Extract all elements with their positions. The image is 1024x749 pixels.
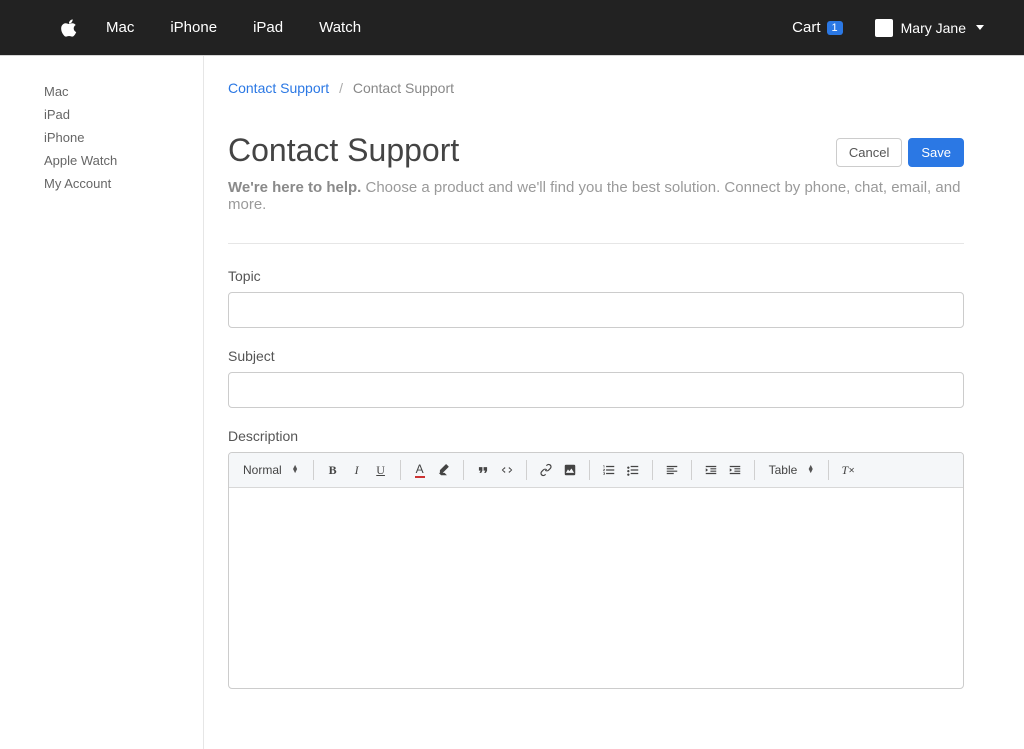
highlight-button[interactable] xyxy=(433,459,455,481)
avatar xyxy=(875,19,893,37)
indent-button[interactable] xyxy=(724,459,746,481)
sort-updown-icon: ▲▼ xyxy=(807,466,814,474)
link-button[interactable] xyxy=(535,459,557,481)
bullet-list-button[interactable] xyxy=(622,459,644,481)
underline-button[interactable]: U xyxy=(370,459,392,481)
breadcrumb-current: Contact Support xyxy=(353,80,454,96)
clear-format-button[interactable]: T✕ xyxy=(837,459,859,481)
subject-label: Subject xyxy=(228,348,964,364)
text-color-button[interactable]: A xyxy=(409,459,431,481)
save-button[interactable]: Save xyxy=(908,138,964,167)
field-description: Description Normal ▲▼ B I U A xyxy=(228,428,964,689)
breadcrumb: Contact Support / Contact Support xyxy=(228,80,964,96)
description-editor[interactable] xyxy=(229,488,963,688)
cancel-button[interactable]: Cancel xyxy=(836,138,902,167)
sidebar-item-ipad[interactable]: iPad xyxy=(44,103,203,126)
user-menu[interactable]: Mary Jane xyxy=(875,19,984,37)
heading-select[interactable]: Normal ▲▼ xyxy=(237,463,305,477)
table-select-value: Table xyxy=(769,463,798,477)
table-select[interactable]: Table ▲▼ xyxy=(763,463,821,477)
topic-input[interactable] xyxy=(228,292,964,328)
cart-label: Cart xyxy=(792,19,820,36)
sidebar-item-my-account[interactable]: My Account xyxy=(44,172,203,195)
nav-link-mac[interactable]: Mac xyxy=(106,19,134,36)
top-nav: Mac iPhone iPad Watch Cart 1 Mary Jane xyxy=(0,0,1024,56)
sidebar-item-iphone[interactable]: iPhone xyxy=(44,126,203,149)
user-name: Mary Jane xyxy=(901,20,966,36)
page-subtitle: We're here to help. Choose a product and… xyxy=(228,179,964,213)
bold-button[interactable]: B xyxy=(322,459,344,481)
code-block-button[interactable] xyxy=(496,459,518,481)
nav-links: Mac iPhone iPad Watch xyxy=(106,19,361,36)
image-button[interactable] xyxy=(559,459,581,481)
nav-link-iphone[interactable]: iPhone xyxy=(170,19,217,36)
divider xyxy=(228,243,964,244)
cart-count-badge: 1 xyxy=(827,21,843,35)
nav-link-watch[interactable]: Watch xyxy=(319,19,361,36)
main-content: Contact Support / Contact Support Contac… xyxy=(204,56,1024,749)
nav-link-ipad[interactable]: iPad xyxy=(253,19,283,36)
cart-link[interactable]: Cart 1 xyxy=(792,19,842,36)
description-label: Description xyxy=(228,428,964,444)
page-title: Contact Support xyxy=(228,132,459,169)
sidebar-item-mac[interactable]: Mac xyxy=(44,80,203,103)
subtitle-emphasis: We're here to help. xyxy=(228,179,361,196)
rich-text-editor: Normal ▲▼ B I U A xyxy=(228,452,964,689)
italic-button[interactable]: I xyxy=(346,459,368,481)
sidebar-item-apple-watch[interactable]: Apple Watch xyxy=(44,149,203,172)
topic-label: Topic xyxy=(228,268,964,284)
sidebar: Mac iPad iPhone Apple Watch My Account xyxy=(0,56,204,749)
subject-input[interactable] xyxy=(228,372,964,408)
breadcrumb-root[interactable]: Contact Support xyxy=(228,80,329,96)
chevron-down-icon xyxy=(976,25,984,30)
header-actions: Cancel Save xyxy=(836,138,964,167)
field-subject: Subject xyxy=(228,348,964,408)
align-button[interactable] xyxy=(661,459,683,481)
ordered-list-button[interactable] xyxy=(598,459,620,481)
blockquote-button[interactable] xyxy=(472,459,494,481)
field-topic: Topic xyxy=(228,268,964,328)
sort-updown-icon: ▲▼ xyxy=(292,466,299,474)
apple-logo-icon[interactable] xyxy=(60,18,78,38)
outdent-button[interactable] xyxy=(700,459,722,481)
breadcrumb-separator: / xyxy=(339,80,343,96)
editor-toolbar: Normal ▲▼ B I U A xyxy=(229,453,963,488)
heading-select-value: Normal xyxy=(243,463,282,477)
